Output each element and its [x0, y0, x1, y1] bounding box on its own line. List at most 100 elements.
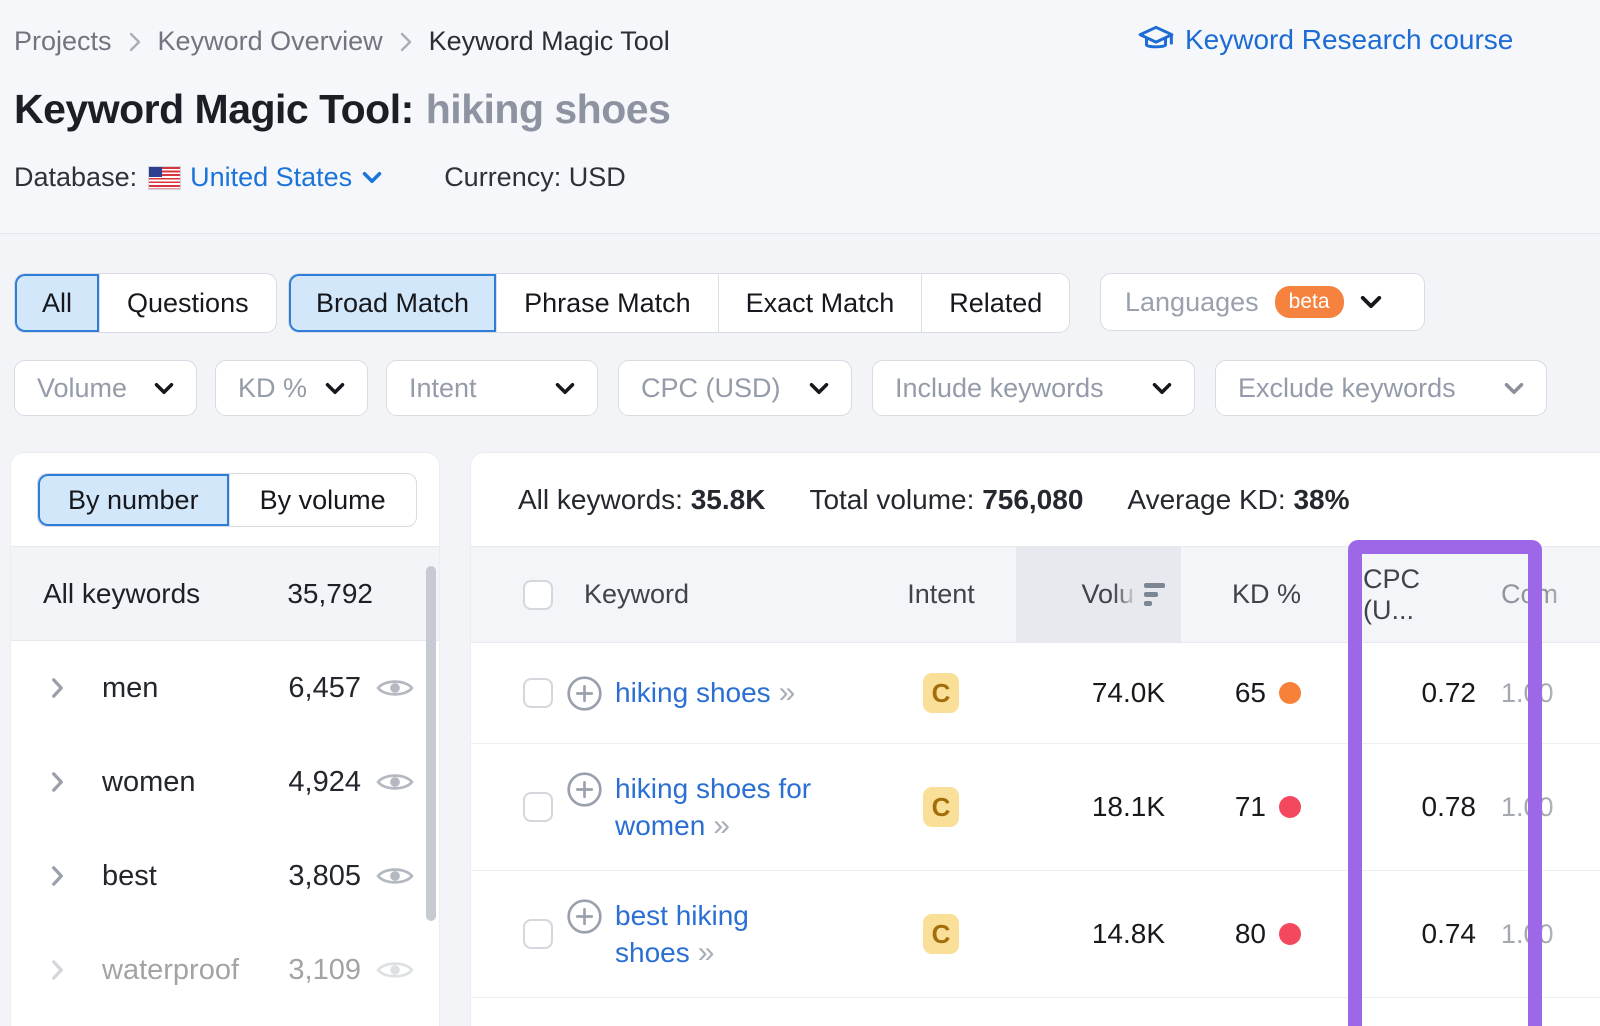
chevron-right-icon: [399, 31, 413, 53]
add-keyword-icon[interactable]: [566, 771, 603, 808]
chevron-right-icon[interactable]: [51, 677, 64, 699]
table-row: hiking shoes for women» C 18.1K 71 0.78 …: [471, 744, 1600, 871]
group-row-women[interactable]: women 4,924: [11, 735, 439, 829]
us-flag-icon: [149, 167, 180, 189]
column-volume[interactable]: Volu: [1016, 547, 1181, 642]
sidebar-scrollbar[interactable]: [426, 566, 436, 921]
keyword-link[interactable]: best hiking shoes: [615, 900, 749, 968]
group-label: best: [102, 860, 288, 893]
languages-dropdown[interactable]: Languages beta: [1100, 273, 1425, 331]
all-keywords-row[interactable]: All keywords 35,792: [11, 546, 439, 641]
graduation-cap-icon: [1138, 24, 1174, 56]
group-row-waterproof[interactable]: waterproof 3,109: [11, 923, 439, 1017]
tab-all[interactable]: All: [15, 274, 99, 332]
eye-icon[interactable]: [376, 769, 414, 795]
currency-label: Currency: USD: [444, 162, 626, 193]
cpc-cell: 0.74: [1341, 918, 1501, 950]
stat-all-keywords: All keywords: 35.8K: [518, 484, 765, 516]
breadcrumb: Projects Keyword Overview Keyword Magic …: [14, 26, 670, 57]
keyword-link[interactable]: hiking shoes: [615, 677, 771, 708]
com-cell: 1.00: [1501, 919, 1600, 950]
group-count: 3,109: [288, 954, 361, 987]
column-kd[interactable]: KD %: [1181, 547, 1311, 642]
cpc-filter-label: CPC (USD): [641, 373, 781, 404]
languages-label: Languages: [1125, 287, 1259, 318]
toggle-by-number[interactable]: By number: [38, 474, 229, 526]
breadcrumb-projects[interactable]: Projects: [14, 26, 112, 57]
group-count: 3,805: [288, 860, 361, 893]
row-checkbox[interactable]: [523, 678, 553, 708]
eye-icon[interactable]: [376, 675, 414, 701]
eye-icon[interactable]: [376, 863, 414, 889]
chevron-down-icon: [1360, 295, 1382, 309]
select-all-checkbox[interactable]: [523, 580, 553, 610]
group-label: waterproof: [102, 954, 288, 987]
row-checkbox[interactable]: [523, 919, 553, 949]
intent-filter-dropdown[interactable]: Intent: [386, 360, 598, 416]
page-title-query: hiking shoes: [426, 86, 671, 132]
exclude-keywords-dropdown[interactable]: Exclude keywords: [1215, 360, 1547, 416]
chevron-right-icon[interactable]: [51, 959, 64, 981]
com-cell: 1.00: [1501, 792, 1600, 823]
database-value: United States: [190, 162, 352, 193]
breadcrumb-keyword-overview[interactable]: Keyword Overview: [158, 26, 383, 57]
include-keywords-label: Include keywords: [895, 373, 1104, 404]
kd-filter-label: KD %: [238, 373, 307, 404]
database-label: Database:: [14, 162, 137, 193]
tab-exact-match[interactable]: Exact Match: [718, 274, 922, 332]
toggle-by-volume[interactable]: By volume: [229, 474, 416, 526]
double-arrow-icon[interactable]: »: [698, 936, 715, 969]
group-label: women: [102, 766, 288, 799]
kd-filter-dropdown[interactable]: KD %: [215, 360, 368, 416]
chevron-right-icon: [128, 31, 142, 53]
column-com[interactable]: Com: [1501, 547, 1600, 642]
intent-badge-commercial: C: [923, 673, 959, 713]
filters-section: All Questions Broad Match Phrase Match E…: [0, 233, 1600, 452]
tab-broad-match[interactable]: Broad Match: [289, 274, 496, 332]
eye-icon[interactable]: [376, 957, 414, 983]
keyword-research-course-link[interactable]: Keyword Research course: [1138, 24, 1600, 56]
include-keywords-dropdown[interactable]: Include keywords: [872, 360, 1195, 416]
page-title-main: Keyword Magic Tool:: [14, 86, 414, 132]
add-keyword-icon[interactable]: [566, 675, 603, 712]
sort-descending-icon: [1144, 583, 1165, 606]
table-header-row: Keyword Intent Volu KD % CPC (U... Com: [471, 546, 1600, 643]
kd-difficulty-dot: [1279, 682, 1301, 704]
group-row-men[interactable]: men 6,457: [11, 641, 439, 735]
tab-related[interactable]: Related: [921, 274, 1069, 332]
intent-badge-commercial: C: [923, 914, 959, 954]
database-selector[interactable]: United States: [149, 162, 382, 193]
exclude-keywords-label: Exclude keywords: [1238, 373, 1456, 404]
group-label: men: [102, 672, 288, 705]
column-intent[interactable]: Intent: [866, 547, 1016, 642]
column-cpc[interactable]: CPC (U...: [1341, 547, 1501, 642]
database-row: Database: United States Currency: USD: [14, 162, 626, 193]
keyword-groups-sidebar: By number By volume All keywords 35,792 …: [10, 452, 440, 1026]
tab-phrase-match[interactable]: Phrase Match: [496, 274, 718, 332]
keywords-table-card: All keywords: 35.8K Total volume: 756,08…: [470, 452, 1600, 1026]
tab-questions[interactable]: Questions: [99, 274, 276, 332]
com-cell: 1.00: [1501, 678, 1600, 709]
cpc-cell: 0.72: [1341, 677, 1501, 709]
keyword-type-tabs: All Questions: [14, 273, 277, 333]
chevron-down-icon: [1152, 382, 1172, 395]
double-arrow-icon[interactable]: »: [779, 676, 796, 709]
course-link-label: Keyword Research course: [1185, 24, 1513, 56]
table-row: best hiking shoes» C 14.8K 80 0.74 1.00: [471, 871, 1600, 998]
keyword-group-list: men 6,457 women 4,924 best 3,805 waterpr…: [11, 641, 439, 1017]
chevron-right-icon[interactable]: [51, 771, 64, 793]
cpc-filter-dropdown[interactable]: CPC (USD): [618, 360, 852, 416]
intent-filter-label: Intent: [409, 373, 477, 404]
kd-cell: 80: [1181, 918, 1311, 950]
column-keyword[interactable]: Keyword: [566, 547, 866, 642]
double-arrow-icon[interactable]: »: [713, 809, 730, 842]
chevron-right-icon[interactable]: [51, 865, 64, 887]
group-row-best[interactable]: best 3,805: [11, 829, 439, 923]
chevron-down-icon: [325, 382, 345, 395]
volume-cell: 18.1K: [1016, 791, 1181, 823]
cpc-cell: 0.78: [1341, 791, 1501, 823]
row-checkbox[interactable]: [523, 792, 553, 822]
page-header: Projects Keyword Overview Keyword Magic …: [0, 0, 1600, 234]
add-keyword-icon[interactable]: [566, 898, 603, 935]
volume-filter-dropdown[interactable]: Volume: [14, 360, 197, 416]
